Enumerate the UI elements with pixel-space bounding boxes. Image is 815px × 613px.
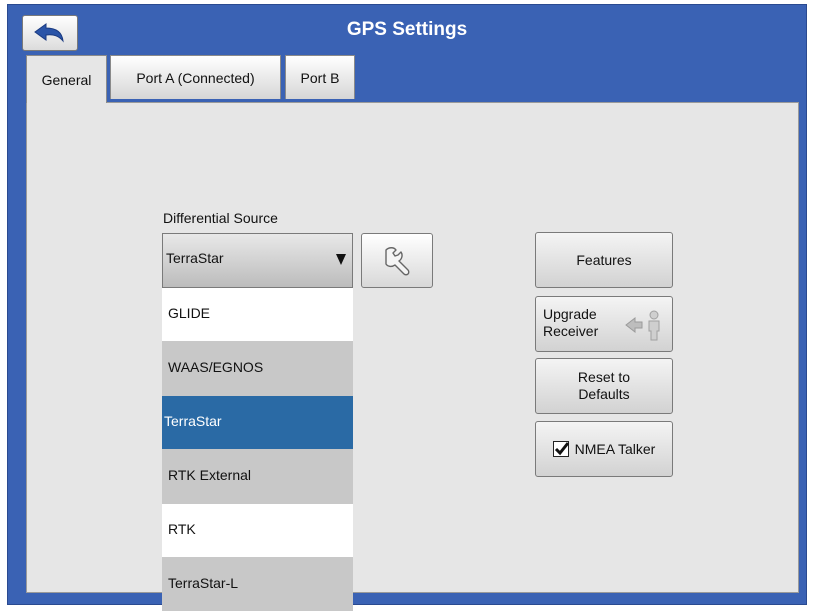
option-label: WAAS/EGNOS (168, 359, 264, 375)
page-title: GPS Settings (346, 19, 468, 40)
tab-port-b[interactable]: Port B (285, 55, 355, 99)
option-label: RTK (168, 521, 196, 537)
features-button[interactable]: Features (535, 232, 673, 288)
option-waas-egnos[interactable]: WAAS/EGNOS (162, 342, 353, 396)
upgrade-line1: Upgrade (543, 306, 597, 322)
tab-general[interactable]: General (26, 55, 107, 103)
reset-defaults-button[interactable]: Reset to Defaults (535, 358, 673, 414)
dropdown-arrow-icon (336, 254, 346, 265)
differential-source-label: Differential Source (163, 210, 278, 226)
gps-settings-window: GPS Settings General Port A (Connected) … (7, 4, 807, 605)
upgrade-receiver-label: Upgrade Receiver (543, 306, 598, 340)
title-bar: GPS Settings (8, 5, 806, 59)
upgrade-line2: Receiver (543, 323, 599, 339)
tab-label: General (41, 71, 92, 88)
nmea-talker-checkbox[interactable] (552, 441, 569, 457)
selected-value: TerraStar (166, 250, 224, 266)
option-label: TerraStar-L (168, 575, 239, 591)
tab-label: Port B (300, 69, 340, 86)
option-terrastar-l[interactable]: TerraStar-L (162, 558, 353, 611)
features-label: Features (576, 252, 632, 268)
upgrade-receiver-button[interactable]: Upgrade Receiver (535, 296, 673, 352)
reset-line1: Reset to (577, 369, 631, 385)
option-glide[interactable]: GLIDE (162, 288, 353, 342)
option-rtk[interactable]: RTK (162, 504, 353, 558)
configure-source-button[interactable] (361, 233, 433, 288)
option-label: TerraStar (164, 413, 222, 429)
tab-port-a[interactable]: Port A (Connected) (110, 55, 281, 99)
option-terrastar[interactable]: TerraStar (162, 396, 353, 450)
screen: GPS Settings General Port A (Connected) … (0, 0, 815, 613)
tab-label: Port A (Connected) (136, 69, 255, 86)
reset-label: Reset to Defaults (578, 369, 630, 403)
option-label: GLIDE (168, 305, 211, 321)
checkmark-icon (554, 442, 569, 456)
option-rtk-external[interactable]: RTK External (162, 450, 353, 504)
nmea-talker-label: NMEA Talker (574, 441, 656, 457)
reset-line2: Defaults (578, 386, 630, 402)
option-label: RTK External (168, 467, 251, 483)
person-arrow-icon (625, 310, 660, 341)
nmea-talker-toggle[interactable]: NMEA Talker (535, 421, 673, 477)
differential-source-select[interactable]: TerraStar (162, 233, 353, 288)
differential-source-options: GLIDE WAAS/EGNOS TerraStar RTK External … (162, 288, 353, 611)
general-panel (26, 102, 799, 593)
wrench-icon (385, 246, 410, 275)
